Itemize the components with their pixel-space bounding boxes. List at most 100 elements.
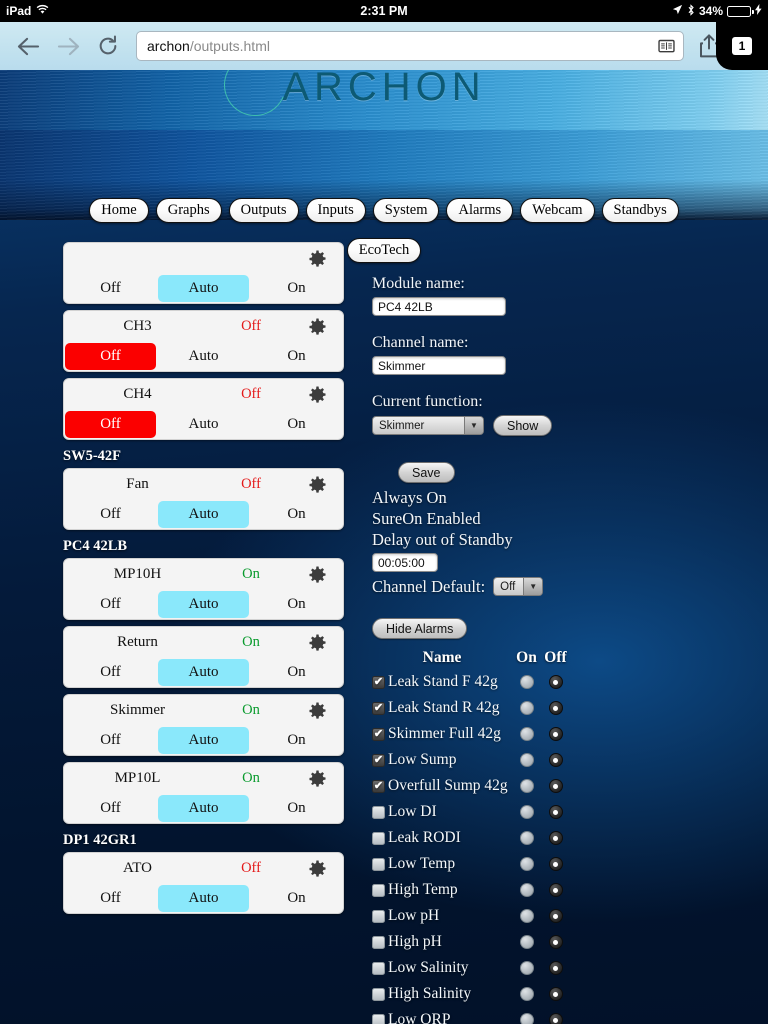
alarm-off-radio[interactable]	[548, 805, 563, 820]
gear-icon[interactable]	[297, 566, 337, 583]
channel-mode-off-button[interactable]: Off	[65, 591, 156, 618]
alarm-enabled-checkbox[interactable]: ✔	[372, 701, 385, 715]
channel-mode-off-button[interactable]: Off	[65, 885, 156, 912]
alarm-off-radio[interactable]	[548, 753, 563, 768]
channel-mode-auto-button[interactable]: Auto	[158, 795, 249, 822]
channel-mode-off-button[interactable]: Off	[65, 501, 156, 528]
nav-item-inputs[interactable]: Inputs	[305, 198, 366, 223]
channel-mode-on-button[interactable]: On	[251, 275, 342, 302]
save-button[interactable]: Save	[398, 462, 455, 483]
alarm-on-radio[interactable]	[519, 779, 534, 794]
channel-mode-auto-button[interactable]: Auto	[158, 591, 249, 618]
tab-count-button[interactable]: 1	[716, 22, 768, 70]
channel-mode-auto-button[interactable]: Auto	[158, 411, 249, 438]
alarm-enabled-checkbox[interactable]	[372, 909, 385, 923]
channel-mode-on-button[interactable]: On	[251, 343, 342, 370]
alarm-enabled-checkbox[interactable]	[372, 805, 385, 819]
channel-mode-off-button[interactable]: Off	[65, 411, 156, 438]
alarm-enabled-checkbox[interactable]	[372, 935, 385, 949]
show-button[interactable]: Show	[493, 415, 553, 436]
alarm-off-radio[interactable]	[548, 675, 563, 690]
hide-alarms-button[interactable]: Hide Alarms	[372, 618, 468, 640]
alarm-off-radio[interactable]	[548, 727, 563, 742]
channel-mode-on-button[interactable]: On	[251, 885, 342, 912]
alarm-enabled-checkbox[interactable]: ✔	[372, 779, 385, 793]
channel-default-select[interactable]: Off ▼	[493, 577, 544, 597]
channel-mode-on-button[interactable]: On	[251, 795, 342, 822]
channel-mode-auto-button[interactable]: Auto	[158, 275, 249, 302]
gear-icon[interactable]	[297, 386, 337, 403]
nav-item-webcam[interactable]: Webcam	[520, 198, 595, 223]
gear-icon[interactable]	[297, 702, 337, 719]
alarm-on-radio[interactable]	[519, 805, 534, 820]
alarm-enabled-checkbox[interactable]	[372, 987, 385, 1001]
gear-icon[interactable]	[297, 860, 337, 877]
channel-mode-off-button[interactable]: Off	[65, 343, 156, 370]
alarm-on-radio[interactable]	[519, 857, 534, 872]
alarm-enabled-checkbox[interactable]	[372, 831, 385, 845]
back-arrow-icon[interactable]	[8, 26, 48, 66]
channel-mode-on-button[interactable]: On	[251, 411, 342, 438]
alarm-off-radio[interactable]	[548, 1013, 563, 1024]
alarm-on-radio[interactable]	[519, 831, 534, 846]
channel-mode-off-button[interactable]: Off	[65, 275, 156, 302]
alarm-on-radio[interactable]	[519, 961, 534, 976]
channel-mode-auto-button[interactable]: Auto	[158, 885, 249, 912]
channel-mode-auto-button[interactable]: Auto	[158, 659, 249, 686]
channel-mode-auto-button[interactable]: Auto	[158, 501, 249, 528]
alarm-enabled-checkbox[interactable]	[372, 857, 385, 871]
alarm-off-radio[interactable]	[548, 961, 563, 976]
alarm-enabled-checkbox[interactable]	[372, 961, 385, 975]
channel-mode-off-button[interactable]: Off	[65, 727, 156, 754]
alarm-enabled-checkbox[interactable]: ✔	[372, 753, 385, 767]
reader-view-icon[interactable]	[658, 39, 675, 53]
alarm-off-radio[interactable]	[548, 701, 563, 716]
current-function-select[interactable]: Skimmer ▼	[372, 416, 484, 435]
nav-item-ecotech[interactable]: EcoTech	[346, 238, 422, 263]
channel-mode-off-button[interactable]: Off	[65, 795, 156, 822]
alarm-on-radio[interactable]	[519, 1013, 534, 1024]
channel-mode-on-button[interactable]: On	[251, 591, 342, 618]
delay-input[interactable]: 00:05:00	[372, 553, 438, 573]
alarm-off-radio[interactable]	[548, 831, 563, 846]
channel-mode-auto-button[interactable]: Auto	[158, 727, 249, 754]
address-bar[interactable]: archon/outputs.html	[136, 31, 684, 61]
nav-item-standbys[interactable]: Standbys	[601, 198, 679, 223]
alarm-off-radio[interactable]	[548, 987, 563, 1002]
alarm-enabled-checkbox[interactable]: ✔	[372, 727, 385, 741]
alarm-off-radio[interactable]	[548, 883, 563, 898]
forward-arrow-icon[interactable]	[48, 26, 88, 66]
alarm-on-radio[interactable]	[519, 675, 534, 690]
gear-icon[interactable]	[297, 476, 337, 493]
alarm-on-radio[interactable]	[519, 753, 534, 768]
nav-item-outputs[interactable]: Outputs	[228, 198, 299, 223]
channel-mode-on-button[interactable]: On	[251, 501, 342, 528]
alarm-off-radio[interactable]	[548, 779, 563, 794]
alarm-on-radio[interactable]	[519, 727, 534, 742]
alarm-on-radio[interactable]	[519, 987, 534, 1002]
gear-icon[interactable]	[297, 770, 337, 787]
alarm-enabled-checkbox[interactable]: ✔	[372, 675, 385, 689]
channel-mode-on-button[interactable]: On	[251, 727, 342, 754]
alarm-on-radio[interactable]	[519, 883, 534, 898]
channel-mode-off-button[interactable]: Off	[65, 659, 156, 686]
channel-mode-auto-button[interactable]: Auto	[158, 343, 249, 370]
reload-icon[interactable]	[88, 26, 128, 66]
alarm-on-radio[interactable]	[519, 909, 534, 924]
alarm-off-radio[interactable]	[548, 935, 563, 950]
alarm-off-radio[interactable]	[548, 909, 563, 924]
channel-name-input[interactable]: Skimmer	[372, 356, 506, 375]
alarm-on-radio[interactable]	[519, 935, 534, 950]
gear-icon[interactable]	[297, 634, 337, 651]
channel-mode-on-button[interactable]: On	[251, 659, 342, 686]
alarm-off-radio[interactable]	[548, 857, 563, 872]
alarm-enabled-checkbox[interactable]	[372, 883, 385, 897]
nav-item-home[interactable]: Home	[89, 198, 149, 223]
nav-item-system[interactable]: System	[372, 198, 440, 223]
nav-item-alarms[interactable]: Alarms	[446, 198, 514, 223]
nav-item-graphs[interactable]: Graphs	[155, 198, 222, 223]
alarm-enabled-checkbox[interactable]	[372, 1013, 385, 1024]
gear-icon[interactable]	[297, 318, 337, 335]
alarm-on-radio[interactable]	[519, 701, 534, 716]
module-name-input[interactable]: PC4 42LB	[372, 297, 506, 316]
